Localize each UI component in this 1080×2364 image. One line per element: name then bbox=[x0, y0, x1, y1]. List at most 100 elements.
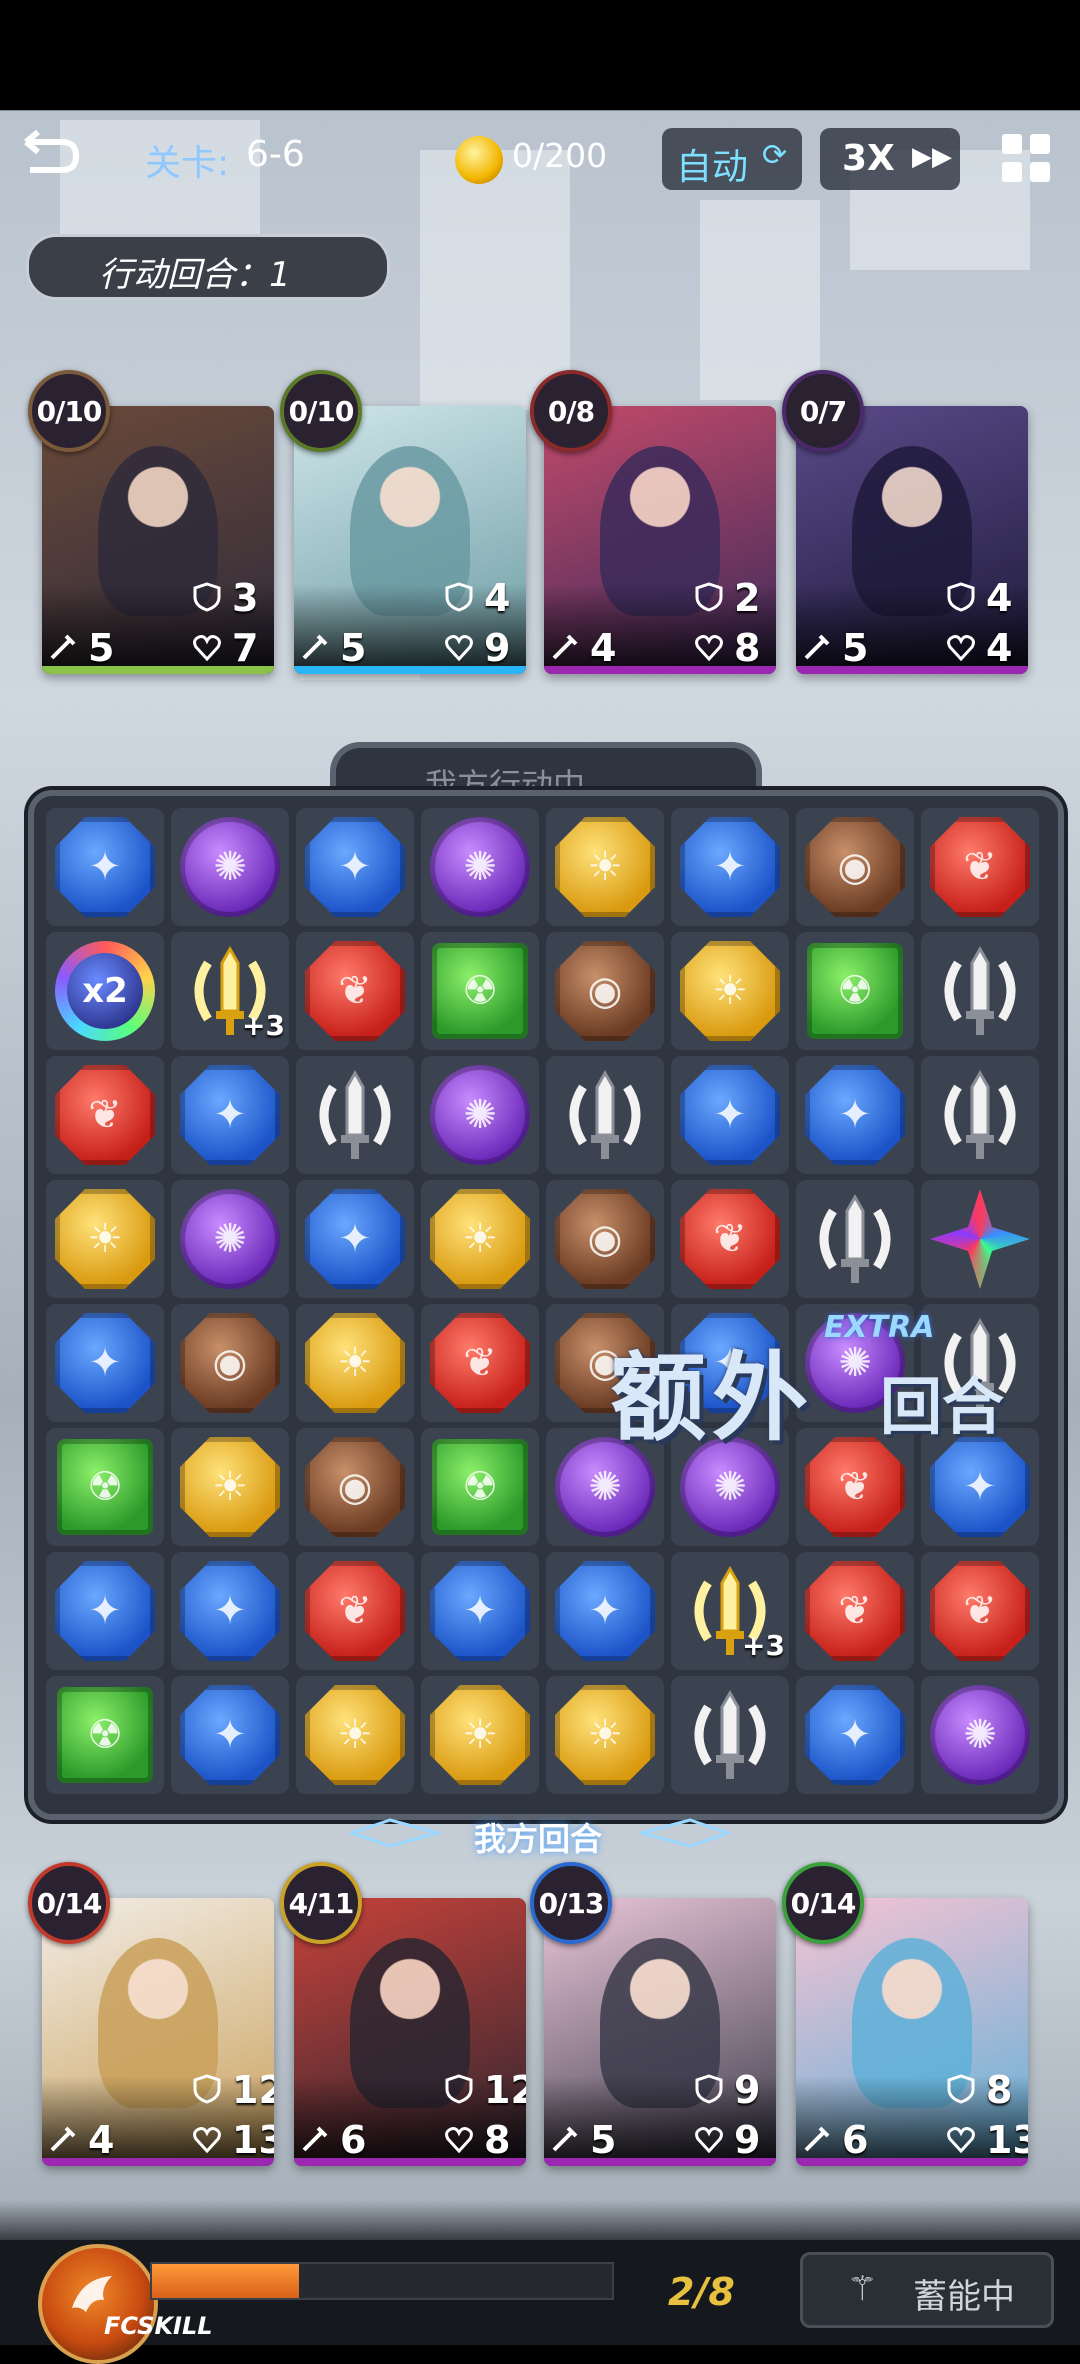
red-gem-icon[interactable]: ❦ bbox=[930, 1561, 1030, 1661]
board-cell[interactable]: ☀ bbox=[671, 932, 789, 1050]
board-cell[interactable]: ✺ bbox=[171, 1180, 289, 1298]
yellow-gem-icon[interactable]: ☀ bbox=[555, 817, 655, 917]
board-cell[interactable]: x2 bbox=[46, 932, 164, 1050]
purple-gem-icon[interactable]: ✺ bbox=[430, 817, 530, 917]
yellow-gem-icon[interactable]: ☀ bbox=[180, 1437, 280, 1537]
green-gem-icon[interactable]: ☢ bbox=[807, 943, 903, 1039]
back-button[interactable] bbox=[22, 128, 82, 188]
board-cell[interactable] bbox=[921, 932, 1039, 1050]
brown-gem-icon[interactable]: ◉ bbox=[305, 1437, 405, 1537]
board-cell[interactable]: ✦ bbox=[671, 1056, 789, 1174]
board-cell[interactable]: ✺ bbox=[171, 808, 289, 926]
board-cell[interactable]: ✦ bbox=[296, 1180, 414, 1298]
board-cell[interactable]: ☀ bbox=[46, 1180, 164, 1298]
brown-gem-icon[interactable]: ◉ bbox=[805, 817, 905, 917]
blue-gem-icon[interactable]: ✦ bbox=[430, 1561, 530, 1661]
green-gem-icon[interactable]: ☢ bbox=[57, 1687, 153, 1783]
green-gem-icon[interactable]: ☢ bbox=[432, 1439, 528, 1535]
board-cell[interactable]: ☀ bbox=[296, 1676, 414, 1794]
board-cell[interactable]: ✦ bbox=[296, 808, 414, 926]
purple-gem-icon[interactable]: ✺ bbox=[180, 1189, 280, 1289]
board-cell[interactable]: ✦ bbox=[46, 808, 164, 926]
board-cell[interactable]: ✺ bbox=[421, 1056, 539, 1174]
board-cell[interactable]: ❦ bbox=[296, 1552, 414, 1670]
board-cell[interactable]: ◉ bbox=[171, 1304, 289, 1422]
blue-gem-icon[interactable]: ✦ bbox=[805, 1065, 905, 1165]
board-cell[interactable]: ◉ bbox=[296, 1428, 414, 1546]
blue-gem-icon[interactable]: ✦ bbox=[680, 817, 780, 917]
red-gem-icon[interactable]: ❦ bbox=[930, 817, 1030, 917]
skill-button[interactable] bbox=[38, 2244, 158, 2364]
board-cell[interactable]: ✦ bbox=[46, 1552, 164, 1670]
blue-gem-icon[interactable]: ✦ bbox=[305, 1189, 405, 1289]
yellow-gem-icon[interactable]: ☀ bbox=[430, 1189, 530, 1289]
board-cell[interactable] bbox=[921, 1056, 1039, 1174]
board-cell[interactable]: ☢ bbox=[796, 932, 914, 1050]
board-cell[interactable]: ✦ bbox=[796, 1676, 914, 1794]
board-cell[interactable]: ✦ bbox=[421, 1552, 539, 1670]
board-cell[interactable]: ✦ bbox=[171, 1552, 289, 1670]
yellow-gem-icon[interactable]: ☀ bbox=[680, 941, 780, 1041]
board-cell[interactable] bbox=[671, 1676, 789, 1794]
board-cell[interactable]: ✦ bbox=[46, 1304, 164, 1422]
brown-gem-icon[interactable]: ◉ bbox=[180, 1313, 280, 1413]
board-cell[interactable]: ✦ bbox=[171, 1676, 289, 1794]
sword-gem-icon[interactable] bbox=[680, 1685, 780, 1785]
green-gem-icon[interactable]: ☢ bbox=[432, 943, 528, 1039]
board-cell[interactable]: ✦ bbox=[171, 1056, 289, 1174]
sword-gem-icon[interactable] bbox=[930, 1065, 1030, 1165]
blue-gem-icon[interactable]: ✦ bbox=[305, 817, 405, 917]
menu-grid-button[interactable] bbox=[998, 130, 1054, 186]
blue-gem-icon[interactable]: ✦ bbox=[680, 1065, 780, 1165]
purple-gem-icon[interactable]: ✺ bbox=[180, 817, 280, 917]
board-cell[interactable]: ◉ bbox=[546, 1180, 664, 1298]
yellow-gem-icon[interactable]: ☀ bbox=[305, 1313, 405, 1413]
yellow-gem-icon[interactable]: ☀ bbox=[555, 1685, 655, 1785]
board-cell[interactable]: ☢ bbox=[421, 932, 539, 1050]
blue-gem-icon[interactable]: ✦ bbox=[180, 1685, 280, 1785]
blue-gem-icon[interactable]: ✦ bbox=[930, 1437, 1030, 1537]
board-cell[interactable]: ◉ bbox=[546, 932, 664, 1050]
board-cell[interactable] bbox=[921, 1180, 1039, 1298]
red-gem-icon[interactable]: ❦ bbox=[305, 941, 405, 1041]
blue-gem-icon[interactable]: ✦ bbox=[55, 1313, 155, 1413]
yellow-gem-icon[interactable]: ☀ bbox=[430, 1685, 530, 1785]
sword-gem-icon[interactable] bbox=[305, 1065, 405, 1165]
board-cell[interactable] bbox=[796, 1180, 914, 1298]
blue-gem-icon[interactable]: ✦ bbox=[805, 1685, 905, 1785]
board-cell[interactable]: ❦ bbox=[671, 1180, 789, 1298]
blue-gem-icon[interactable]: ✦ bbox=[555, 1561, 655, 1661]
board-cell[interactable]: ☀ bbox=[421, 1180, 539, 1298]
green-gem-icon[interactable]: ☢ bbox=[57, 1439, 153, 1535]
board-cell[interactable]: ◉ bbox=[796, 808, 914, 926]
red-gem-icon[interactable]: ❦ bbox=[55, 1065, 155, 1165]
sword-gem-icon[interactable] bbox=[930, 941, 1030, 1041]
sword-gem-icon[interactable] bbox=[555, 1065, 655, 1165]
red-gem-icon[interactable]: ❦ bbox=[305, 1561, 405, 1661]
board-cell[interactable]: ✦ bbox=[671, 808, 789, 926]
red-gem-icon[interactable]: ❦ bbox=[430, 1313, 530, 1413]
rainbow-gem-icon[interactable]: x2 bbox=[55, 941, 155, 1041]
red-gem-icon[interactable]: ❦ bbox=[680, 1189, 780, 1289]
charge-button[interactable]: ⚚ 蓄能中 bbox=[800, 2252, 1054, 2328]
blue-gem-icon[interactable]: ✦ bbox=[180, 1065, 280, 1165]
yellow-gem-icon[interactable]: ☀ bbox=[305, 1685, 405, 1785]
board-cell[interactable]: ☀ bbox=[546, 808, 664, 926]
brown-gem-icon[interactable]: ◉ bbox=[555, 1189, 655, 1289]
sword-gem-icon[interactable] bbox=[805, 1189, 905, 1289]
board-cell[interactable]: ✦ bbox=[796, 1056, 914, 1174]
blue-gem-icon[interactable]: ✦ bbox=[180, 1561, 280, 1661]
board-cell[interactable]: ✺ bbox=[921, 1676, 1039, 1794]
board-cell[interactable] bbox=[546, 1056, 664, 1174]
auto-button[interactable]: 自动 ⟳ bbox=[662, 128, 802, 190]
board-cell[interactable]: ☢ bbox=[46, 1676, 164, 1794]
star-gem-icon[interactable] bbox=[930, 1189, 1030, 1289]
blue-gem-icon[interactable]: ✦ bbox=[55, 817, 155, 917]
board-cell[interactable]: +3 bbox=[671, 1552, 789, 1670]
yellow-gem-icon[interactable]: ☀ bbox=[55, 1189, 155, 1289]
board-cell[interactable]: ❦ bbox=[296, 932, 414, 1050]
red-gem-icon[interactable]: ❦ bbox=[805, 1561, 905, 1661]
board-cell[interactable]: ❦ bbox=[46, 1056, 164, 1174]
red-gem-icon[interactable]: ❦ bbox=[805, 1437, 905, 1537]
board-cell[interactable]: ☢ bbox=[421, 1428, 539, 1546]
